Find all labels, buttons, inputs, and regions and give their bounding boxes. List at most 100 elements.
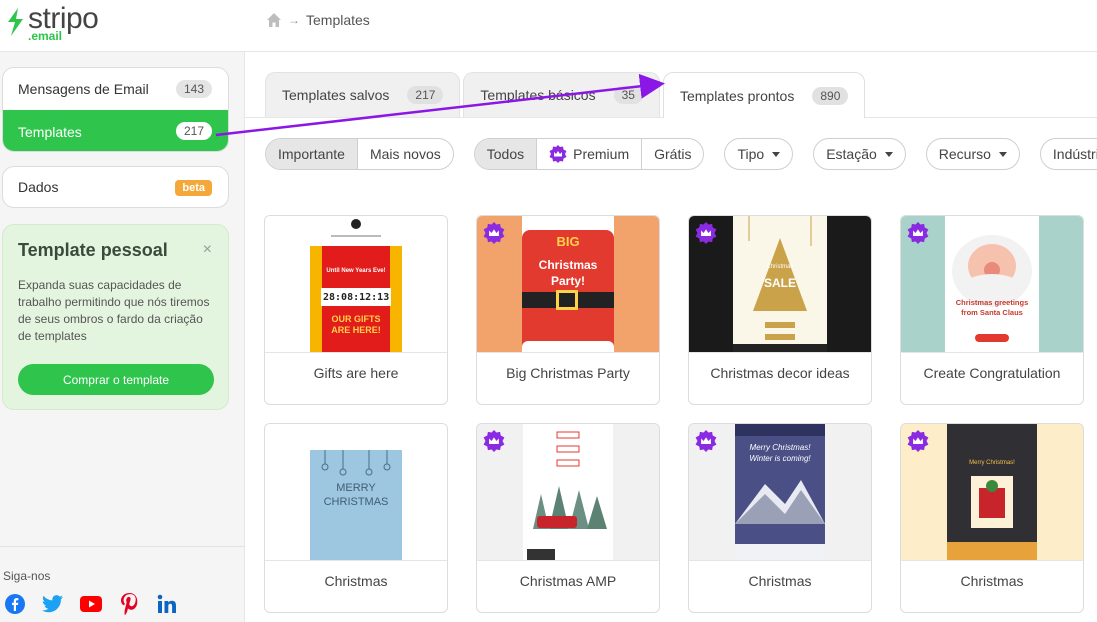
sidebar-item-label: Dados bbox=[18, 179, 59, 195]
follow-label: Siga-nos bbox=[3, 569, 51, 583]
feature-dropdown[interactable]: Recurso bbox=[925, 138, 1020, 170]
sidebar: Mensagens de Email 143 Templates 217 Dad… bbox=[0, 52, 245, 622]
preview-text: SALE bbox=[763, 276, 796, 290]
filter-premium-button[interactable]: Premium bbox=[537, 139, 643, 169]
chevron-down-icon bbox=[884, 151, 893, 157]
follow-section: Siga-nos bbox=[0, 546, 244, 615]
sort-important-button[interactable]: Importante bbox=[266, 139, 358, 169]
sort-newest-button[interactable]: Mais novos bbox=[358, 139, 453, 169]
twitter-icon[interactable] bbox=[41, 593, 65, 615]
premium-crown-icon bbox=[695, 430, 717, 452]
social-links bbox=[3, 593, 244, 615]
tab-basic-templates[interactable]: Templates básicos 35 bbox=[463, 72, 660, 117]
filter-free-button[interactable]: Grátis bbox=[642, 139, 703, 169]
beta-badge: beta bbox=[175, 180, 212, 196]
template-title: Big Christmas Party bbox=[506, 365, 630, 381]
home-icon[interactable] bbox=[266, 12, 282, 28]
breadcrumb: → Templates bbox=[266, 12, 370, 28]
template-thumbnail: Until New Years Eve! 28:08:12:13 OUR GIF… bbox=[265, 216, 447, 353]
preview-text: BIG bbox=[556, 234, 580, 249]
price-toggle: Todos Premium Grátis bbox=[473, 138, 705, 170]
dropdown-label: Estação bbox=[826, 146, 877, 162]
preview-text: MERRY bbox=[336, 482, 376, 494]
breadcrumb-separator-icon: → bbox=[288, 13, 300, 27]
close-icon[interactable]: × bbox=[203, 241, 212, 259]
tab-ready-templates[interactable]: Templates prontos 890 bbox=[662, 72, 866, 118]
template-card-create-congratulation[interactable]: Christmas greetings from Santa Claus Cre… bbox=[900, 215, 1084, 405]
sidebar-item-dados[interactable]: Dados beta bbox=[2, 166, 229, 208]
preview-text: Merry Christmas! Winter is coming! bbox=[749, 443, 811, 463]
promo-text: Expanda suas capacidades de trabalho per… bbox=[18, 278, 210, 343]
sidebar-item-label: Mensagens de Email bbox=[18, 81, 149, 97]
preview-text: Until New Years Eve! bbox=[326, 268, 386, 274]
filter-all-button[interactable]: Todos bbox=[474, 139, 538, 169]
tab-count: 890 bbox=[812, 86, 849, 105]
preview-text: Christmas greetings from Santa Claus bbox=[955, 298, 1029, 317]
template-card-christmas-gift[interactable]: Merry Christmas! Christmas bbox=[900, 423, 1084, 613]
preview-headline: OUR GIFTS ARE HERE! bbox=[331, 314, 381, 335]
dropdown-label: Recurso bbox=[938, 146, 991, 162]
season-dropdown[interactable]: Estação bbox=[813, 138, 906, 170]
preview-text: Party! bbox=[550, 274, 585, 288]
count-badge: 143 bbox=[175, 80, 212, 98]
promo-title: Template pessoal bbox=[18, 240, 168, 260]
preview-text: Christmas bbox=[766, 264, 794, 270]
sidebar-nav: Mensagens de Email 143 Templates 217 bbox=[2, 67, 229, 152]
premium-crown-icon bbox=[483, 222, 505, 244]
snow-graphic bbox=[522, 341, 614, 352]
template-title: Christmas bbox=[324, 573, 388, 589]
preview-text: Merry Christmas! bbox=[969, 460, 1015, 466]
premium-crown-icon bbox=[907, 430, 929, 452]
type-dropdown[interactable]: Tipo bbox=[724, 138, 794, 170]
stripo-logo[interactable]: stripo .email bbox=[4, 2, 114, 43]
tab-saved-templates[interactable]: Templates salvos 217 bbox=[265, 72, 461, 117]
preview-countdown: 28:08:12:13 bbox=[323, 292, 390, 303]
sidebar-item-email-messages[interactable]: Mensagens de Email 143 bbox=[3, 68, 228, 110]
template-title: Christmas bbox=[748, 573, 812, 589]
premium-crown-icon bbox=[907, 222, 929, 244]
pinterest-icon[interactable] bbox=[117, 593, 141, 615]
facebook-icon[interactable] bbox=[3, 593, 27, 615]
stripo-logo-mark-icon bbox=[8, 8, 23, 36]
chevron-down-icon bbox=[998, 151, 1007, 157]
template-card-christmas-amp[interactable]: Christmas AMP bbox=[476, 423, 660, 613]
premium-crown-icon bbox=[695, 222, 717, 244]
dropdown-label: Indústria bbox=[1052, 146, 1097, 162]
crown-icon bbox=[549, 145, 567, 163]
template-card-christmas-mountain[interactable]: Merry Christmas! Winter is coming! Chris… bbox=[688, 423, 872, 613]
preview-text: Christmas bbox=[538, 258, 598, 272]
app-header: stripo .email → Templates bbox=[0, 0, 1097, 52]
tab-label: Templates prontos bbox=[679, 87, 795, 104]
preview-text: CHRISTMAS bbox=[323, 496, 389, 508]
tab-count: 35 bbox=[613, 86, 643, 104]
template-thumbnail: MERRY CHRISTMAS bbox=[265, 424, 447, 561]
template-title: Christmas bbox=[960, 573, 1024, 589]
tab-label: Templates básicos bbox=[480, 87, 596, 103]
template-card-big-christmas-party[interactable]: BIG Christmas Party! Big Christmas Party bbox=[476, 215, 660, 405]
template-title: Gifts are here bbox=[313, 365, 399, 381]
youtube-icon[interactable] bbox=[79, 593, 103, 615]
dropdown-label: Tipo bbox=[737, 146, 765, 162]
template-card-christmas[interactable]: MERRY CHRISTMAS Christmas bbox=[264, 423, 448, 613]
template-card-christmas-decor[interactable]: Christmas SALE Christmas decor ideas bbox=[688, 215, 872, 405]
linkedin-icon[interactable] bbox=[155, 593, 179, 615]
template-card-gifts[interactable]: Until New Years Eve! 28:08:12:13 OUR GIF… bbox=[264, 215, 448, 405]
promo-card: Template pessoal × Expanda suas capacida… bbox=[2, 224, 229, 410]
sidebar-item-label: Templates bbox=[18, 123, 82, 140]
count-badge: 217 bbox=[175, 122, 212, 140]
sort-toggle: Importante Mais novos bbox=[265, 138, 454, 170]
industry-dropdown[interactable]: Indústria bbox=[1039, 138, 1097, 170]
premium-crown-icon bbox=[483, 430, 505, 452]
template-title: Christmas AMP bbox=[519, 573, 617, 589]
tab-label: Templates salvos bbox=[282, 87, 390, 103]
template-title: Christmas decor ideas bbox=[710, 365, 850, 381]
buy-template-button[interactable]: Comprar o template bbox=[18, 364, 214, 395]
filter-bar: Importante Mais novos Todos Premium Grát… bbox=[265, 138, 1097, 170]
template-title: Create Congratulation bbox=[923, 365, 1061, 381]
logo-subtext: .email bbox=[28, 29, 63, 43]
sidebar-item-templates[interactable]: Templates 217 bbox=[3, 110, 228, 151]
breadcrumb-current: Templates bbox=[306, 12, 370, 28]
filter-label: Premium bbox=[573, 146, 630, 162]
main-content: Templates salvos 217 Templates básicos 3… bbox=[245, 52, 1097, 622]
buckle-graphic bbox=[556, 290, 578, 310]
